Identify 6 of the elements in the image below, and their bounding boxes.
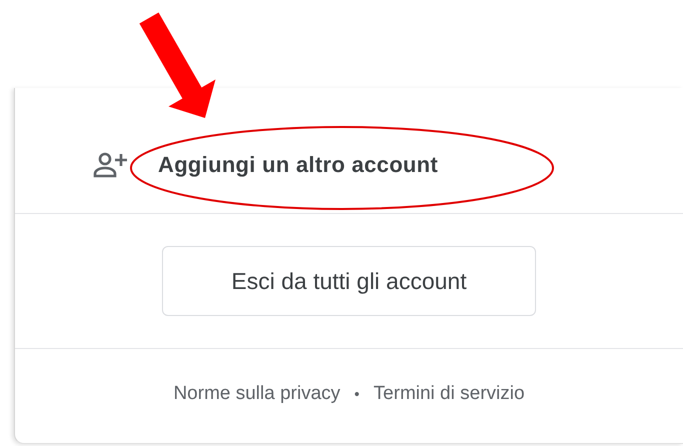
- separator-dot: •: [354, 386, 360, 402]
- footer-link[interactable]: Norme sulla privacy: [173, 383, 340, 405]
- add-person-icon: [93, 152, 128, 178]
- footer-link[interactable]: Termini di servizio: [374, 383, 525, 405]
- add-account-link[interactable]: Aggiungi un altro account: [158, 152, 438, 178]
- sign-out-all-button[interactable]: Esci da tutti gli account: [162, 246, 536, 316]
